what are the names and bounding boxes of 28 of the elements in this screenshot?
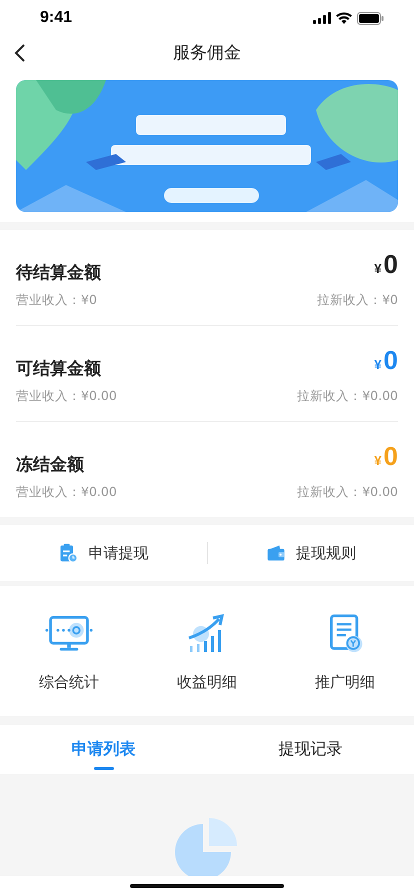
page-title: 服务佣金 [173,42,241,64]
business-income: 营业收入：¥0 [16,292,97,309]
feature-button[interactable]: 收益明细 [138,586,276,716]
status-time: 9:41 [40,9,72,27]
wallet-icon [266,543,286,563]
balance-title: 待结算金额 [16,262,101,284]
balance-amount: ¥0 [374,249,398,281]
back-icon [14,43,26,63]
rules-button[interactable]: 提现规则 [208,535,414,571]
feature-button[interactable]: 推广明细 [276,586,414,716]
balance-title: 可结算金额 [16,358,101,380]
tab[interactable]: 提现记录 [207,725,414,774]
clipboard-icon [58,543,78,563]
balance-amount: ¥0 [374,441,398,473]
business-income: 营业收入：¥0.00 [16,388,117,405]
referral-income: 拉新收入：¥0 [317,292,398,309]
feature-button[interactable]: 综合统计 [0,586,138,716]
battery-icon [357,12,384,24]
signal-icon [313,12,331,24]
referral-income: 拉新收入：¥0.00 [297,484,398,501]
balance-amount: ¥0 [374,345,398,377]
business-income: 营业收入：¥0.00 [16,484,117,501]
withdraw-button[interactable]: 申请提现 [0,535,206,571]
wifi-icon [336,12,352,24]
tab[interactable]: 申请列表 [0,725,207,774]
balance-title: 冻结金额 [16,454,84,476]
referral-income: 拉新收入：¥0.00 [297,388,398,405]
monitor-icon [45,614,93,654]
